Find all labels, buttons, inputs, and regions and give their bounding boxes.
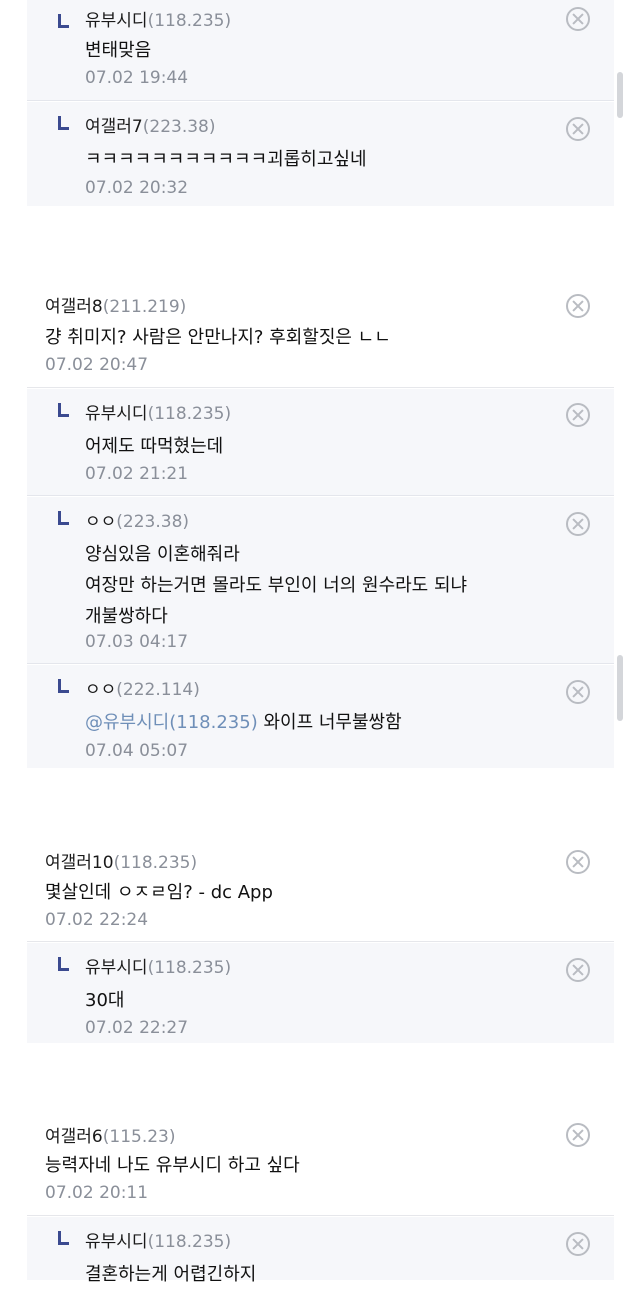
comment-line: 몇살인데 ㅇㅈㄹ임? - dc App [45,882,273,903]
timestamp: 07.04 05:07 [85,741,189,761]
delete-icon[interactable] [566,403,590,427]
reply-item: ㅇㅇ(223.38) 양심있음 이혼해줘라 여장만 하는거면 몰라도 부인이 너… [27,497,614,664]
timestamp: 07.02 22:27 [85,1018,189,1038]
reply-text: 30대 [85,985,124,1016]
reply-header: 여갤러7(223.38) [85,112,216,137]
timestamp: 07.02 20:47 [45,355,149,375]
comment-header: 여갤러10(118.235) [45,848,197,873]
delete-icon[interactable] [566,7,590,31]
timestamp: 07.02 22:24 [45,910,149,930]
reply-arrow-icon [58,679,69,693]
reply-line: 개불쌍하다 [85,606,168,627]
comment-item: 여갤러6(115.23) 능력자네 나도 유부시디 하고 싶다 07.02 20… [27,1112,614,1216]
comment-line: 걍 취미지? 사람은 안만나지? 후회할짓은 ㄴㄴ [45,327,391,348]
author-name[interactable]: 여갤러6 [45,1127,103,1147]
author-ip: (223.38) [116,512,190,532]
reply-header: 유부시디(118.235) [85,1227,231,1252]
timestamp: 07.02 21:21 [85,464,189,484]
author-name[interactable]: 유부시디 [85,958,148,978]
comment-text: 능력자네 나도 유부시디 하고 싶다 [45,1150,300,1181]
author-name[interactable]: 여갤러7 [85,117,143,137]
author-ip: (118.235) [147,404,232,424]
delete-icon[interactable] [566,1232,590,1256]
author-ip: (118.235) [147,1232,232,1252]
reply-text: @유부시디(118.235) 와이프 너무불쌍함 [85,707,402,738]
reply-text: 변태맞음 [85,35,151,66]
delete-icon[interactable] [566,850,590,874]
reply-arrow-icon [58,14,69,28]
reply-line: 30대 [85,990,125,1011]
reply-item: ㅇㅇ(222.114) @유부시디(118.235) 와이프 너무불쌍함 07.… [27,665,614,768]
comment-line: 능력자네 나도 유부시디 하고 싶다 [45,1155,300,1176]
delete-icon[interactable] [566,680,590,704]
reply-header: 유부시디(118.235) [85,399,231,424]
delete-icon[interactable] [566,294,590,318]
delete-icon[interactable] [566,512,590,536]
mention-link[interactable]: @유부시디(118.235) [85,712,258,733]
reply-header: ㅇㅇ(222.114) [85,675,200,700]
author-ip: (222.114) [116,680,200,700]
reply-line: 양심있음 이혼해줘라 [85,544,240,565]
author-ip: (223.38) [142,117,216,137]
reply-text: 결혼하는게 어렵긴하지 [85,1259,256,1290]
reply-item: 유부시디(118.235) 30대 07.02 22:27 [27,943,614,1043]
reply-line-text: 와이프 너무불쌍함 [257,712,402,733]
reply-item: 유부시디(118.235) 어제도 따먹혔는데 07.02 21:21 [27,389,614,496]
reply-arrow-icon [58,1231,69,1245]
reply-item: 유부시디(118.235) 변태맞음 07.02 19:44 [27,0,614,101]
reply-header: 유부시디(118.235) [85,953,231,978]
comment-text: 몇살인데 ㅇㅈㄹ임? - dc App [45,877,273,908]
reply-item: 여갤러7(223.38) ㅋㅋㅋㅋㅋㅋㅋㅋㅋㅋㅋ괴롭히고싶네 07.02 20:… [27,102,614,206]
author-ip: (115.23) [102,1127,176,1147]
scrollbar-thumb[interactable] [617,655,623,721]
author-name[interactable]: 여갤러8 [45,297,103,317]
author-ip: (118.235) [147,958,232,978]
reply-text: 양심있음 이혼해줘라 여장만 하는거면 몰라도 부인이 너의 원수라도 되냐 개… [85,539,467,632]
reply-text: ㅋㅋㅋㅋㅋㅋㅋㅋㅋㅋㅋ괴롭히고싶네 [85,144,367,175]
author-name[interactable]: 유부시디 [85,1232,148,1252]
author-name[interactable]: ㅇㅇ [85,680,116,700]
scrollbar-thumb[interactable] [617,72,623,118]
reply-line: @유부시디(118.235) 와이프 너무불쌍함 [85,707,402,738]
reply-header: ㅇㅇ(223.38) [85,507,189,532]
reply-arrow-icon [58,116,69,130]
author-ip: (211.219) [102,297,187,317]
author-name[interactable]: 유부시디 [85,11,148,31]
reply-arrow-icon [58,403,69,417]
comment-text: 걍 취미지? 사람은 안만나지? 후회할짓은 ㄴㄴ [45,322,391,353]
timestamp: 07.02 20:32 [85,178,189,198]
delete-icon[interactable] [566,1123,590,1147]
delete-icon[interactable] [566,117,590,141]
reply-line: 변태맞음 [85,40,152,61]
reply-line: ㅋㅋㅋㅋㅋㅋㅋㅋㅋㅋㅋ괴롭히고싶네 [85,149,367,170]
reply-arrow-icon [58,957,69,971]
timestamp: 07.02 19:44 [85,68,189,88]
delete-icon[interactable] [566,958,590,982]
comment-item: 여갤러8(211.219) 걍 취미지? 사람은 안만나지? 후회할짓은 ㄴㄴ … [27,282,614,388]
author-ip: (118.235) [113,853,198,873]
author-name[interactable]: 유부시디 [85,404,148,424]
reply-line: 결혼하는게 어렵긴하지 [85,1264,257,1285]
comment-item: 여갤러10(118.235) 몇살인데 ㅇㅈㄹ임? - dc App 07.02… [27,838,614,942]
comment-header: 여갤러6(115.23) [45,1122,176,1147]
comment-header: 여갤러8(211.219) [45,292,186,317]
reply-item: 유부시디(118.235) 결혼하는게 어렵긴하지 [27,1217,614,1285]
author-name[interactable]: 여갤러10 [45,853,114,873]
reply-line: 여장만 하는거면 몰라도 부인이 너의 원수라도 되냐 [85,575,468,596]
author-name[interactable]: ㅇㅇ [85,512,116,532]
author-ip: (118.235) [147,11,232,31]
timestamp: 07.03 04:17 [85,632,189,652]
reply-arrow-icon [58,511,69,525]
reply-text: 어제도 따먹혔는데 [85,431,223,462]
timestamp: 07.02 20:11 [45,1183,149,1203]
reply-line: 어제도 따먹혔는데 [85,436,224,457]
reply-header: 유부시디(118.235) [85,6,231,31]
